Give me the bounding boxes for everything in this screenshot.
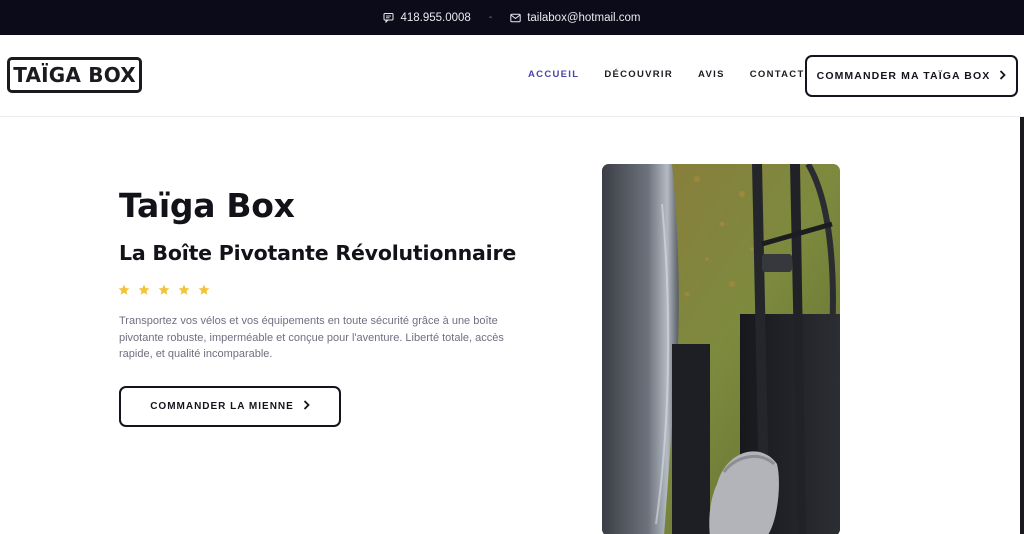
order-box-button[interactable]: COMMANDER MA TAÏGA BOX [805, 55, 1018, 97]
email-address: tailabox@hotmail.com [527, 11, 641, 24]
phone-contact[interactable]: 418.955.0008 [383, 11, 471, 24]
window-edge [1020, 117, 1024, 534]
nav-avis[interactable]: AVIS [698, 69, 725, 80]
main-nav: ACCUEIL DÉCOUVRIR AVIS CONTACT [528, 69, 830, 80]
star-icon [198, 284, 210, 296]
logo[interactable]: TAÏGA BOX [7, 57, 142, 93]
star-icon [178, 284, 190, 296]
phone-number: 418.955.0008 [400, 11, 471, 24]
star-icon [118, 284, 130, 296]
hero-title: Taïga Box [119, 186, 295, 225]
chevron-right-icon [303, 400, 310, 413]
chevron-right-icon [999, 69, 1007, 83]
nav-accueil[interactable]: ACCUEIL [528, 69, 579, 80]
message-icon [383, 12, 394, 23]
order-mine-button[interactable]: COMMANDER LA MIENNE [119, 386, 341, 427]
logo-text: TAÏGA BOX [13, 63, 136, 87]
hero-subtitle: La Boîte Pivotante Révolutionnaire [119, 241, 517, 265]
product-photo [602, 164, 840, 534]
star-icon [158, 284, 170, 296]
rating-stars [118, 284, 210, 296]
site-header: TAÏGA BOX ACCUEIL DÉCOUVRIR AVIS CONTACT… [0, 35, 1024, 117]
top-contact-bar: 418.955.0008 - tailabox@hotmail.com [0, 0, 1024, 35]
email-contact[interactable]: tailabox@hotmail.com [510, 11, 641, 24]
order-mine-label: COMMANDER LA MIENNE [150, 401, 294, 412]
star-icon [138, 284, 150, 296]
order-box-label: COMMANDER MA TAÏGA BOX [816, 70, 991, 82]
mail-icon [510, 13, 521, 23]
nav-contact[interactable]: CONTACT [750, 69, 805, 80]
nav-decouvrir[interactable]: DÉCOUVRIR [604, 69, 673, 80]
separator: - [488, 12, 493, 23]
hero-description: Transportez vos vélos et vos équipements… [119, 315, 504, 360]
